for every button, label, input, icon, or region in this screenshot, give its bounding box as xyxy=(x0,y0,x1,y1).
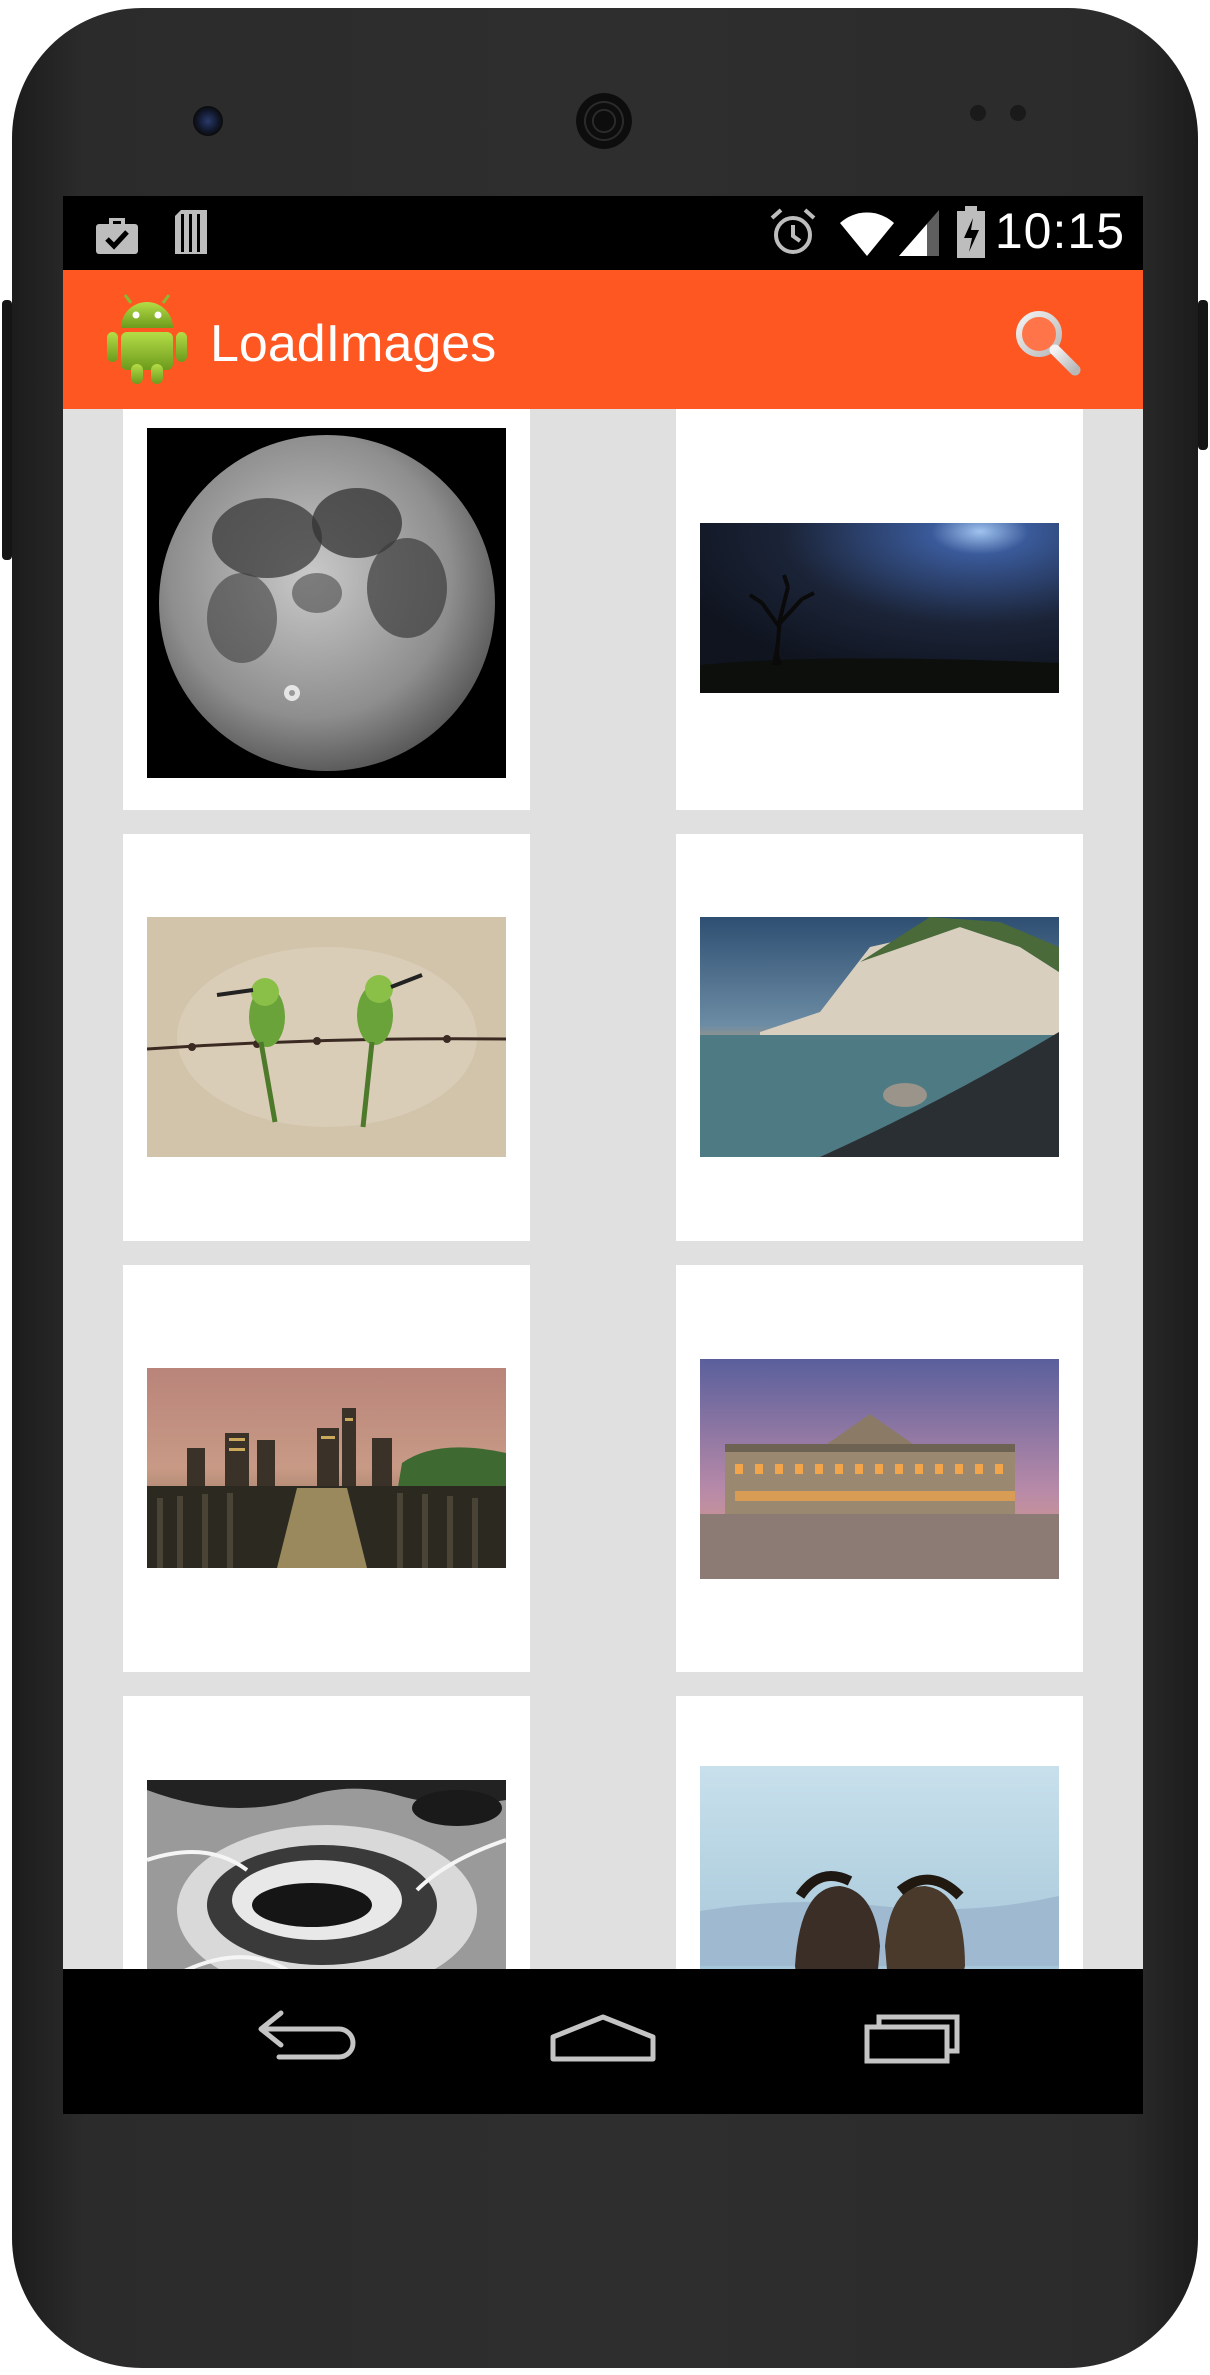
image-grid xyxy=(63,409,1143,1969)
grid-image xyxy=(700,1359,1059,1579)
android-robot-icon xyxy=(107,294,187,384)
grid-image xyxy=(147,428,506,778)
power-button[interactable] xyxy=(1198,300,1208,450)
image-card[interactable] xyxy=(123,1696,530,1969)
grid-image xyxy=(700,1766,1059,1969)
screen: 10:15 LoadImages xyxy=(63,196,1143,2114)
image-card[interactable] xyxy=(123,834,530,1241)
status-bar: 10:15 xyxy=(63,196,1143,270)
navigation-bar xyxy=(63,1969,1143,2114)
status-clock: 10:15 xyxy=(994,203,1125,259)
back-icon[interactable] xyxy=(249,1999,369,2079)
cell-signal-icon xyxy=(899,210,939,256)
search-icon[interactable] xyxy=(1011,306,1083,378)
app-title: LoadImages xyxy=(210,315,497,373)
app-bar: LoadImages xyxy=(63,270,1143,409)
image-card[interactable] xyxy=(676,834,1083,1241)
volume-button[interactable] xyxy=(2,300,12,560)
image-card[interactable] xyxy=(123,1265,530,1672)
recent-apps-icon[interactable] xyxy=(849,1999,969,2079)
battery-charging-icon xyxy=(957,206,985,258)
image-card[interactable] xyxy=(676,1265,1083,1672)
grid-image xyxy=(147,917,506,1157)
alarm-icon xyxy=(770,208,816,254)
proximity-sensor-icon xyxy=(970,105,1030,125)
grid-image xyxy=(700,917,1059,1157)
image-card[interactable] xyxy=(676,1696,1083,1969)
image-card[interactable] xyxy=(676,409,1083,810)
earpiece-speaker-icon xyxy=(576,93,632,149)
briefcase-check-icon xyxy=(96,218,138,254)
wifi-icon xyxy=(840,212,894,256)
front-camera-icon xyxy=(193,106,223,136)
grid-image xyxy=(147,1780,506,1969)
sd-card-icon xyxy=(175,210,207,254)
home-icon[interactable] xyxy=(543,1999,663,2079)
grid-image xyxy=(700,523,1059,693)
image-card[interactable] xyxy=(123,409,530,810)
grid-image xyxy=(147,1368,506,1568)
